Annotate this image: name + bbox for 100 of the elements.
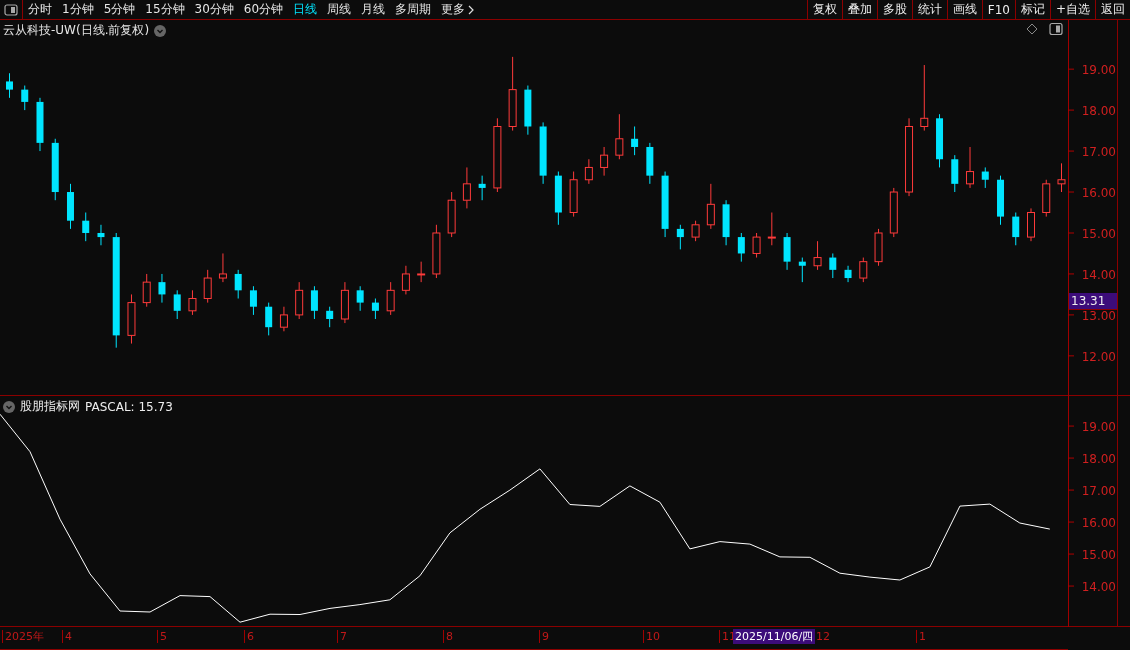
- axis-label: 13.00: [1081, 308, 1116, 323]
- candlestick: [447, 191, 456, 238]
- candlestick: [1042, 179, 1051, 218]
- period-tab[interactable]: 5分钟: [98, 1, 141, 18]
- axis-label: 19.00: [1081, 63, 1116, 78]
- candlestick: [36, 97, 44, 152]
- candlestick: [340, 281, 349, 324]
- period-tab[interactable]: 月线: [356, 1, 391, 18]
- axis-label: 19.00: [1081, 420, 1116, 435]
- candlestick: [265, 302, 273, 336]
- candlestick: [432, 224, 441, 279]
- axis-label: 14.00: [1081, 580, 1116, 595]
- candlestick: [386, 281, 395, 316]
- more-menu[interactable]: 更多: [436, 1, 480, 18]
- period-tab[interactable]: 多周期: [390, 1, 437, 18]
- candlestick: [783, 232, 791, 271]
- candlestick: [844, 265, 852, 283]
- chevron-right-icon: [468, 4, 475, 15]
- time-label: 9: [539, 630, 549, 643]
- axis-label: 18.00: [1081, 104, 1116, 119]
- candlestick: [798, 257, 806, 283]
- candlestick: [6, 72, 13, 99]
- time-label: 5: [157, 630, 167, 643]
- axis-label: 15.00: [1081, 227, 1116, 241]
- candlestick: [706, 183, 715, 230]
- period-tab[interactable]: 分时: [23, 1, 57, 18]
- candlestick: [813, 240, 822, 271]
- candlestick: [218, 252, 227, 283]
- candlestick: [97, 224, 105, 246]
- candlestick: [676, 224, 684, 250]
- candlestick: [310, 285, 318, 320]
- dropdown-icon[interactable]: [3, 400, 15, 413]
- candlestick: [722, 199, 730, 246]
- candlestick: [127, 293, 136, 345]
- candlestick: [584, 158, 593, 185]
- candlestick: [234, 269, 242, 299]
- candlestick: [539, 121, 547, 185]
- period-tab[interactable]: 60分钟: [238, 1, 289, 18]
- candlestick: [173, 289, 181, 320]
- candlestick: [478, 175, 486, 201]
- candlestick: [767, 212, 776, 246]
- candlestick: [326, 306, 334, 328]
- candlestick: [142, 273, 151, 308]
- candlestick: [997, 175, 1004, 226]
- candlestick: [631, 126, 639, 156]
- candlestick: [401, 265, 410, 295]
- candlestick: [203, 269, 212, 304]
- candlestick: [524, 85, 532, 136]
- candlestick: [889, 187, 898, 238]
- candlestick: [158, 273, 166, 304]
- candlestick: [737, 232, 745, 263]
- axis-label: 17.00: [1081, 145, 1116, 160]
- candlestick: [936, 113, 944, 168]
- candlestick: [21, 85, 29, 111]
- candlestick: [951, 154, 959, 193]
- candlestick: [646, 142, 654, 185]
- candlestick: [920, 64, 929, 132]
- indicator-reading: PASCAL: 15.73: [85, 399, 173, 414]
- axis-label: 14.00: [1081, 267, 1116, 282]
- candlestick: [51, 138, 59, 201]
- period-tab[interactable]: 30分钟: [189, 1, 239, 18]
- dropdown-icon[interactable]: [154, 24, 167, 37]
- time-label: 4: [62, 630, 72, 643]
- candlestick: [1027, 207, 1035, 242]
- period-tab[interactable]: 1分钟: [57, 1, 99, 18]
- time-label: 8: [443, 630, 453, 643]
- candlestick: [691, 220, 700, 242]
- diamond-icon[interactable]: [1026, 23, 1038, 35]
- candlestick: [371, 298, 379, 320]
- candlestick: [188, 289, 197, 316]
- candlestick: [417, 261, 426, 283]
- candlestick: [82, 212, 90, 242]
- current-price-label: 13.31: [1069, 293, 1117, 311]
- period-tab[interactable]: 日线: [288, 1, 323, 18]
- candlestick: [462, 166, 471, 209]
- panel-toggle-icon[interactable]: [1049, 22, 1063, 36]
- axis-label: 18.00: [1081, 452, 1116, 467]
- candlestick: [859, 257, 868, 283]
- candlestick: [356, 285, 364, 312]
- candlestick: [829, 252, 837, 279]
- period-tab[interactable]: 周线: [322, 1, 357, 18]
- period-tab[interactable]: 15分钟: [140, 1, 190, 18]
- candlestick: [600, 146, 609, 177]
- axis-label: 16.00: [1081, 186, 1116, 201]
- candlestick: [615, 113, 624, 160]
- time-label: 1: [916, 630, 926, 643]
- candlestick: [295, 281, 304, 320]
- candlestick: [966, 146, 974, 189]
- indicator-name: 股朋指标网: [20, 398, 80, 415]
- axis-label: 12.00: [1081, 349, 1116, 364]
- panel-toggle-icon[interactable]: [4, 3, 18, 16]
- candlestick: [249, 285, 257, 316]
- date-cursor-label: 2025/11/06/四: [733, 629, 816, 644]
- candlestick: [1057, 162, 1066, 193]
- time-label: 10: [643, 630, 660, 643]
- axis-label: 15.00: [1081, 548, 1116, 563]
- time-label: 7: [337, 630, 347, 643]
- candlestick: [752, 232, 761, 259]
- candlestick: [569, 171, 578, 218]
- candlestick: [981, 166, 989, 189]
